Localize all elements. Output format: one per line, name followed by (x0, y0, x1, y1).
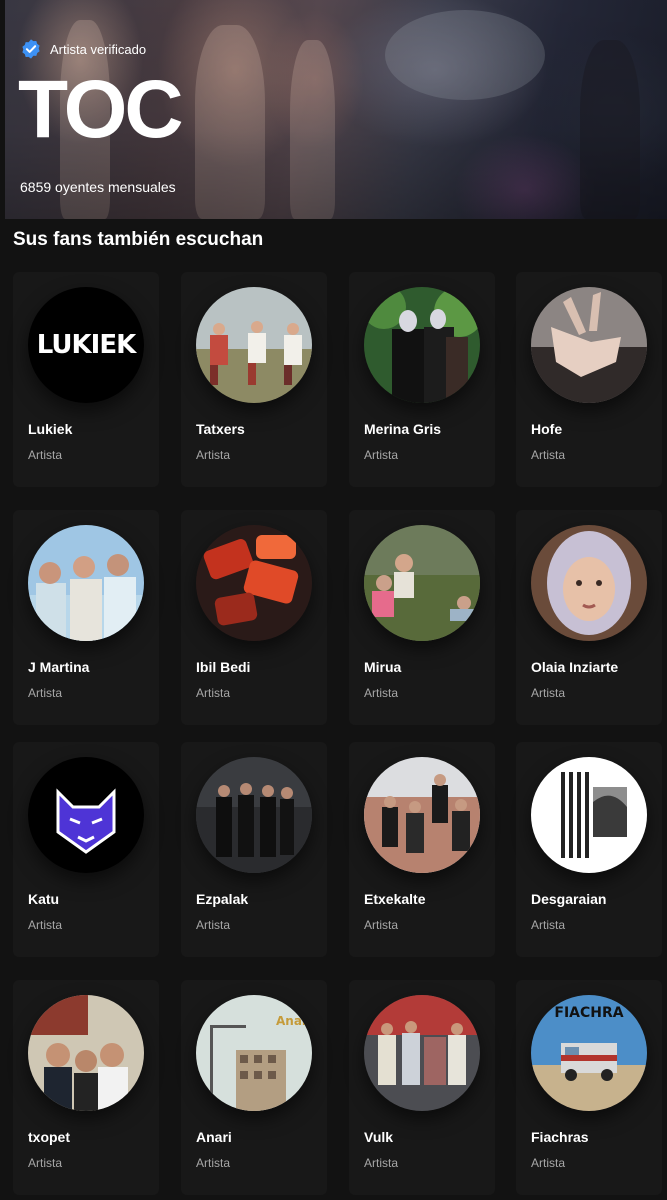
artist-card-name[interactable]: Tatxers (196, 421, 245, 437)
artist-card-name[interactable]: J Martina (28, 659, 89, 675)
artist-card-type: Artista (196, 918, 231, 932)
artist-card[interactable]: txopet Artista (13, 980, 159, 1195)
artist-avatar[interactable] (364, 287, 480, 403)
artist-card-name[interactable]: Merina Gris (364, 421, 441, 437)
artist-card-type: Artista (531, 448, 566, 462)
artist-card[interactable]: Ezpalak Artista (181, 742, 327, 957)
artist-card-name[interactable]: Mirua (364, 659, 401, 675)
artist-card-name[interactable]: Katu (28, 891, 59, 907)
artist-card-type: Artista (531, 1156, 566, 1170)
artist-card[interactable]: Vulk Artista (349, 980, 495, 1195)
artist-card-name[interactable]: Ezpalak (196, 891, 248, 907)
artist-card-type: Artista (196, 686, 231, 700)
artist-card-name[interactable]: Etxekalte (364, 891, 425, 907)
artist-card-type: Artista (28, 1156, 63, 1170)
artist-card[interactable]: Mirua Artista (349, 510, 495, 725)
artist-card-type: Artista (196, 448, 231, 462)
artist-card-type: Artista (364, 918, 399, 932)
artist-avatar[interactable]: LUKIEK (28, 287, 144, 403)
artist-card[interactable]: Desgaraian Artista (516, 742, 662, 957)
artist-avatar[interactable] (196, 525, 312, 641)
monthly-listeners: 6859 oyentes mensuales (20, 179, 176, 195)
artist-avatar[interactable] (364, 995, 480, 1111)
artist-card-name[interactable]: txopet (28, 1129, 70, 1145)
artist-card-name[interactable]: Ibil Bedi (196, 659, 250, 675)
artist-name: TOC (18, 64, 184, 155)
artist-card-type: Artista (531, 686, 566, 700)
verified-check-icon (22, 39, 40, 59)
artist-card-name[interactable]: Desgaraian (531, 891, 606, 907)
artist-card-name[interactable]: Anari (196, 1129, 232, 1145)
artist-card[interactable]: Olaia Inziarte Artista (516, 510, 662, 725)
artist-card[interactable]: J Martina Artista (13, 510, 159, 725)
verified-badge: Artista verificado (20, 38, 146, 60)
artist-card[interactable]: Hofe Artista (516, 272, 662, 487)
artist-card[interactable]: Merina Gris Artista (349, 272, 495, 487)
artist-card-type: Artista (531, 918, 566, 932)
artist-card[interactable]: Ibil Bedi Artista (181, 510, 327, 725)
artist-avatar[interactable]: Anari (196, 995, 312, 1111)
artist-avatar[interactable] (28, 525, 144, 641)
artist-avatar[interactable] (196, 757, 312, 873)
artist-card[interactable]: Anari Anari Artista (181, 980, 327, 1195)
artist-card[interactable]: LUKIEK Lukiek Artista (13, 272, 159, 487)
artist-card-type: Artista (28, 448, 63, 462)
artist-avatar[interactable] (28, 995, 144, 1111)
artist-card-name[interactable]: Hofe (531, 421, 562, 437)
svg-text:Anari: Anari (276, 1014, 312, 1028)
artist-card-name[interactable]: Lukiek (28, 421, 72, 437)
verified-label: Artista verificado (50, 41, 147, 57)
artist-card-type: Artista (28, 918, 63, 932)
artist-avatar[interactable]: FIACHRA (531, 995, 647, 1111)
artist-avatar[interactable] (364, 525, 480, 641)
artist-avatar[interactable] (531, 287, 647, 403)
artist-card[interactable]: Katu Artista (13, 742, 159, 957)
artist-card[interactable]: FIACHRA Fiachras Artista (516, 980, 662, 1195)
artist-avatar[interactable] (531, 757, 647, 873)
artist-card-type: Artista (364, 1156, 399, 1170)
artist-card[interactable]: Tatxers Artista (181, 272, 327, 487)
artist-card-type: Artista (364, 448, 399, 462)
artist-avatar[interactable] (196, 287, 312, 403)
artist-avatar[interactable] (364, 757, 480, 873)
artist-card-type: Artista (28, 686, 63, 700)
artist-avatar[interactable] (28, 757, 144, 873)
artist-card-type: Artista (364, 686, 399, 700)
svg-text:LUKIEK: LUKIEK (37, 330, 137, 360)
svg-text:FIACHRA: FIACHRA (554, 1005, 623, 1021)
artist-card[interactable]: Etxekalte Artista (349, 742, 495, 957)
artist-avatar[interactable] (531, 525, 647, 641)
artist-card-name[interactable]: Vulk (364, 1129, 393, 1145)
artist-card-name[interactable]: Fiachras (531, 1129, 589, 1145)
artist-card-name[interactable]: Olaia Inziarte (531, 659, 618, 675)
artist-card-type: Artista (196, 1156, 231, 1170)
